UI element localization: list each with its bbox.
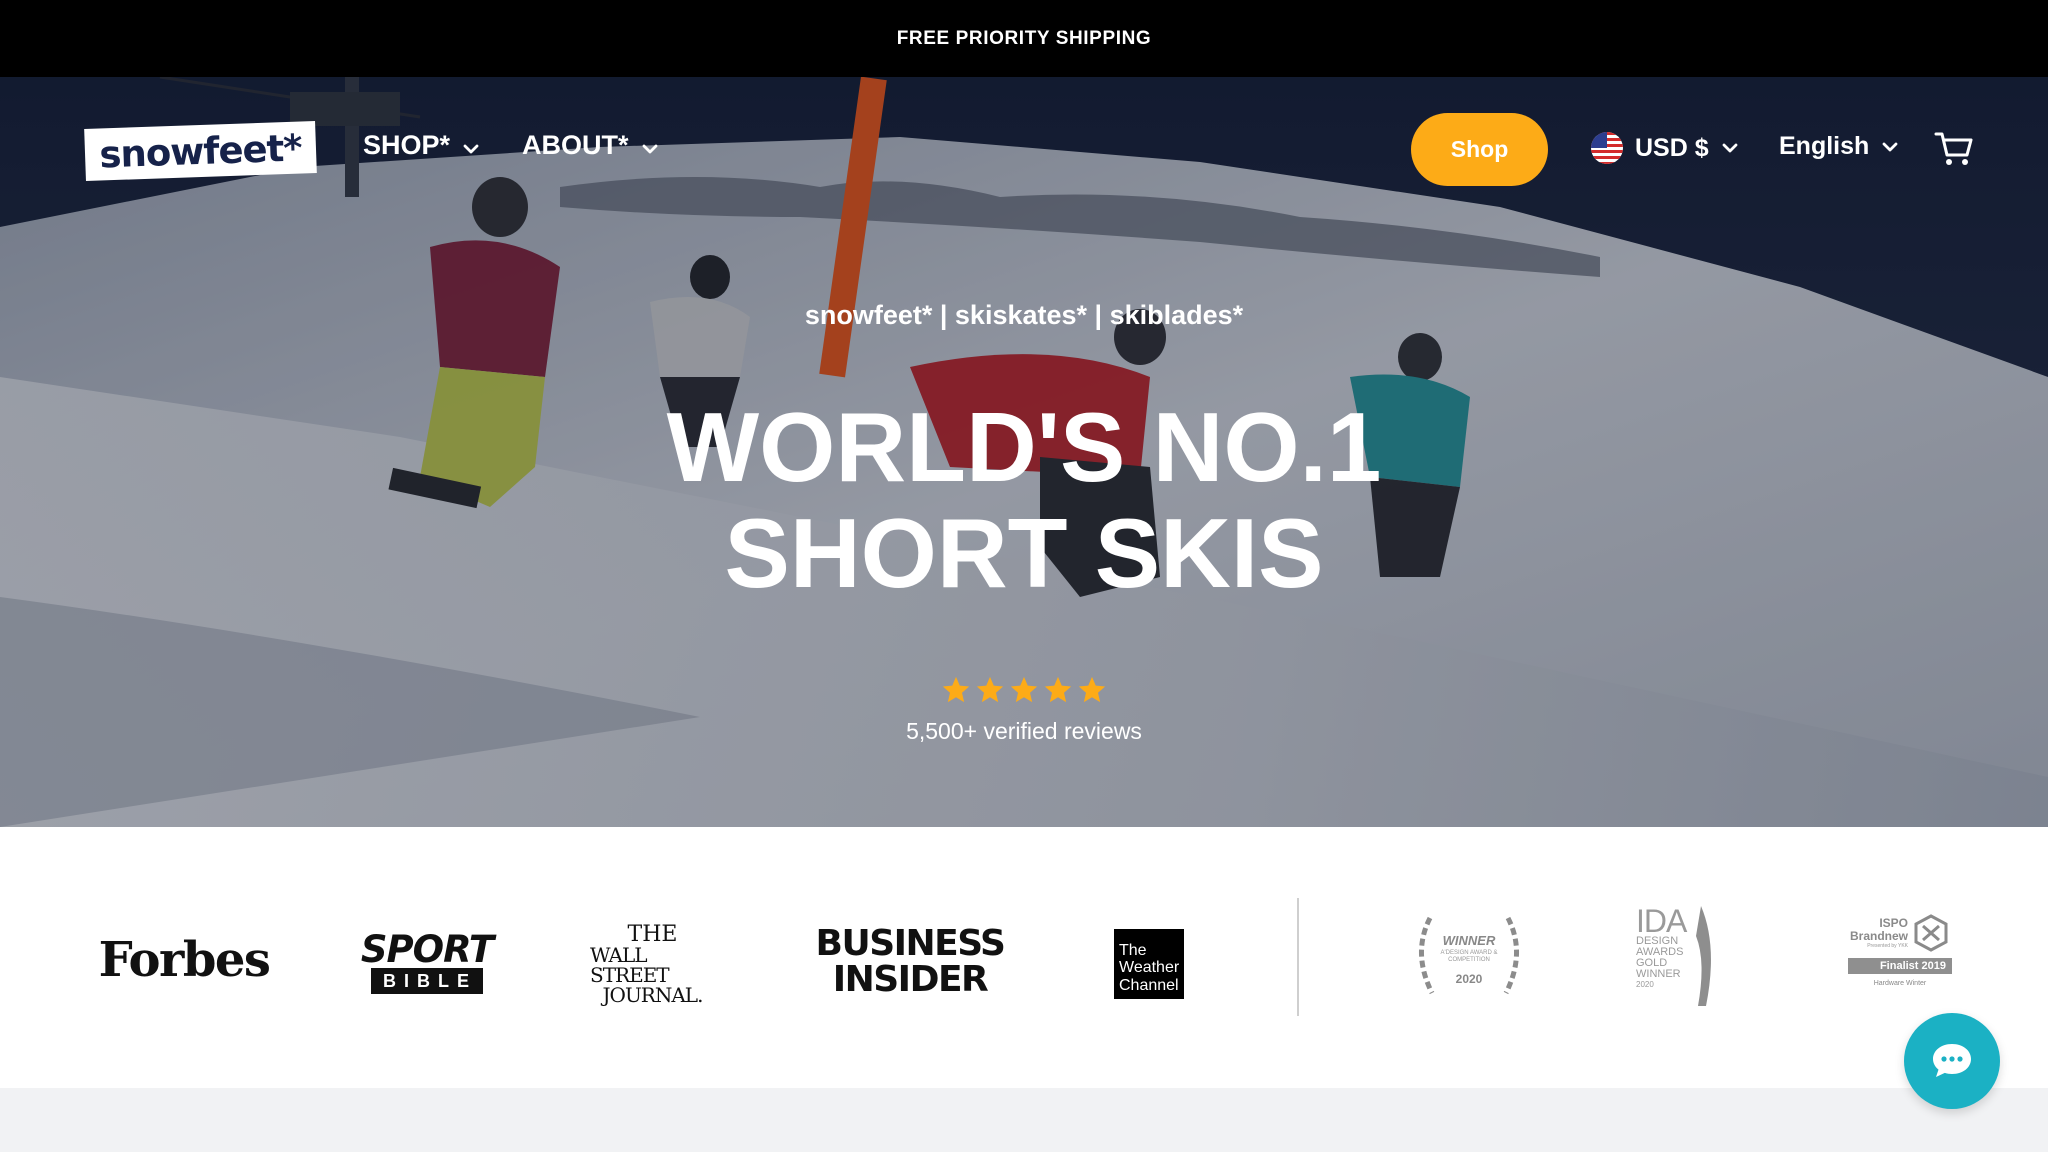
- hero-headline: WORLD'S NO.1 SHORT SKIS: [0, 394, 2048, 606]
- chevron-down-icon: [1722, 143, 1738, 153]
- ispo-sub: Brandnew: [1849, 929, 1908, 943]
- ida-year: 2020: [1636, 980, 1654, 989]
- business-insider-logo: BUSINESS INSIDER: [815, 923, 1006, 1000]
- shop-button[interactable]: Shop: [1411, 113, 1548, 186]
- star-icon: [976, 676, 1004, 703]
- ida-design-award-badge: IDA DESIGN AWARDS GOLD WINNER 2020: [1636, 903, 1736, 1008]
- nav-shop-menu[interactable]: SHOP*: [363, 130, 480, 161]
- nav-shop-label: SHOP*: [363, 130, 451, 160]
- currency-label: USD $: [1635, 133, 1709, 162]
- wsj-line-3: JOURNAL.: [602, 983, 704, 1007]
- ida-title: IDA: [1636, 903, 1687, 939]
- wsj-line-2: WALL STREET: [590, 943, 670, 987]
- wall-street-journal-logo: THE WALL STREET JOURNAL.: [590, 924, 715, 1006]
- hero-tagline: snowfeet* | skiskates* | skiblades*: [804, 300, 1244, 330]
- ispo-brandnew-badge: ISPO Brandnew Presented by YKK Finalist …: [1845, 914, 1955, 1004]
- adesign-award-sub: A'DESIGN AWARD & COMPETITION: [1440, 949, 1498, 963]
- site-header: snowfeet* SHOP* ABOUT* Shop USD $ Englis…: [0, 77, 2048, 223]
- star-icon: [1044, 676, 1072, 703]
- rating-stars: [941, 675, 1107, 705]
- ispo-presented: Presented by YKK: [1867, 943, 1908, 949]
- forbes-logo-text: Forbes: [98, 932, 271, 988]
- press-logos-band: [0, 827, 2048, 1088]
- sport-bible-top: SPORT: [360, 928, 494, 971]
- ispo-hexagon-icon: [1914, 914, 1948, 952]
- sport-bible-bottom: BIBLE: [371, 968, 483, 994]
- star-icon: [1010, 676, 1038, 703]
- star-icon: [942, 676, 970, 703]
- language-label: English: [1779, 132, 1870, 160]
- star-icon: [1078, 676, 1106, 703]
- chevron-down-icon: [463, 144, 479, 153]
- sport-bible-logo: SPORT BIBLE: [361, 928, 494, 998]
- ispo-category: Hardware Winter: [1873, 980, 1927, 987]
- next-section-strip: [0, 1088, 2048, 1152]
- adesign-award-year: 2020: [1455, 971, 1483, 986]
- business-insider-line-2: INSIDER: [832, 959, 989, 1000]
- nav-about-menu[interactable]: ABOUT*: [522, 130, 659, 161]
- forbes-logo: Forbes: [98, 925, 271, 995]
- chevron-down-icon: [642, 144, 657, 153]
- press-awards-divider: [1297, 898, 1299, 1016]
- cart-icon[interactable]: [1934, 131, 1974, 167]
- chevron-down-icon: [1882, 142, 1898, 151]
- weather-channel-logo: The Weather Channel: [1114, 929, 1184, 999]
- adesign-award-title: WINNER: [1442, 932, 1496, 948]
- chat-bubble-icon: [1933, 1044, 1971, 1077]
- language-selector[interactable]: English: [1779, 132, 1899, 161]
- adesign-award-badge: WINNER A'DESIGN AWARD & COMPETITION 2020: [1410, 908, 1528, 1006]
- brand-logo[interactable]: snowfeet*: [84, 120, 317, 182]
- wsj-line-1: THE: [627, 922, 678, 947]
- weather-channel-line-1: The: [1119, 942, 1147, 959]
- reviews-count: 5,500+ verified reviews: [906, 718, 1142, 744]
- hero-headline-line-1: WORLD'S NO.1: [666, 392, 1382, 502]
- weather-channel-line-3: Channel: [1119, 977, 1179, 994]
- ispo-finalist: Finalist 2019: [1848, 958, 1952, 974]
- ida-sub-4: WINNER: [1636, 968, 1681, 980]
- hero-headline-line-2: SHORT SKIS: [724, 498, 1324, 608]
- business-insider-line-1: BUSINESS: [815, 923, 1006, 964]
- chat-widget-button[interactable]: [1904, 1013, 2000, 1109]
- currency-selector[interactable]: USD $: [1591, 132, 1739, 164]
- announcement-bar: FREE PRIORITY SHIPPING: [0, 0, 2048, 77]
- announcement-text: FREE PRIORITY SHIPPING: [896, 27, 1152, 49]
- weather-channel-line-2: Weather: [1119, 959, 1180, 976]
- nav-about-label: ABOUT*: [522, 130, 629, 160]
- us-flag-icon: [1591, 132, 1623, 164]
- brand-logo-text: snowfeet*: [98, 125, 303, 177]
